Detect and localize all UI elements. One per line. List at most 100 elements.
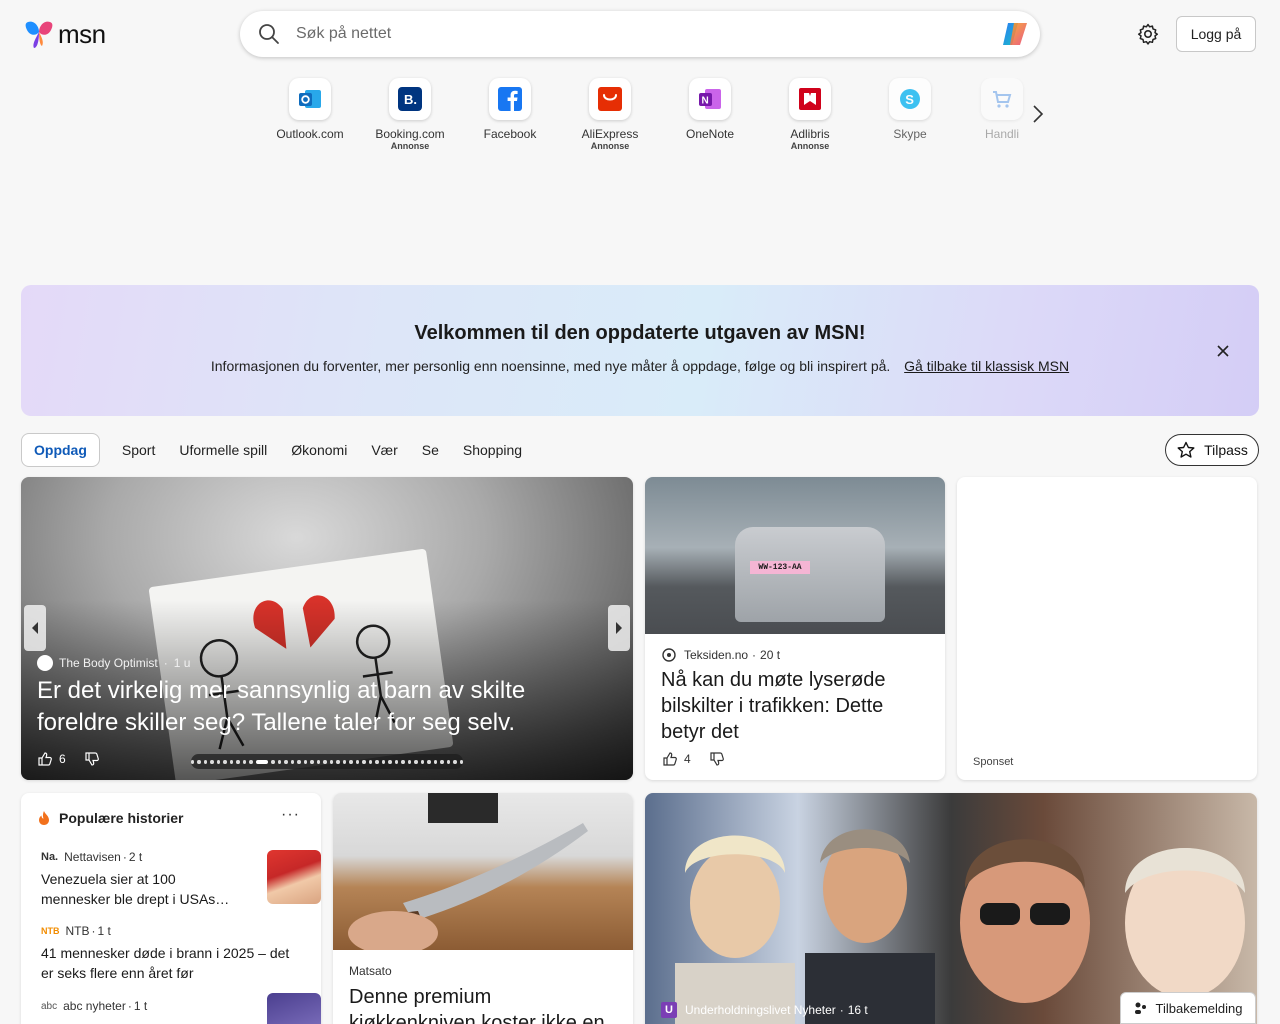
source-name: Matsato <box>349 964 392 978</box>
svg-text:S: S <box>905 92 914 107</box>
close-icon[interactable] <box>1215 343 1231 359</box>
quicklink-aliexpress[interactable]: AliExpress Annonse <box>560 78 660 152</box>
thumbnail-image <box>267 850 321 904</box>
quicklink-booking[interactable]: B. Booking.com Annonse <box>360 78 460 152</box>
adlibris-icon <box>799 88 821 110</box>
source-time: 1 t <box>97 924 111 938</box>
knife-card-title[interactable]: Denne premium kjøkkenkniven koster ikke … <box>349 984 619 1024</box>
popular-item[interactable]: abc abc nyheter · 1 t <box>41 993 321 1024</box>
source-logo-icon <box>37 655 53 671</box>
tab-shopping[interactable]: Shopping <box>451 433 534 467</box>
tab-vaer[interactable]: Vær <box>359 433 409 467</box>
teksiden-logo-icon <box>662 648 676 662</box>
source-name: Teksiden.no <box>684 648 749 662</box>
quicklink-label: Handli <box>984 127 1020 141</box>
booking-icon: B. <box>398 87 422 111</box>
like-count: 6 <box>59 752 66 766</box>
banner-title: Velkommen til den oppdaterte utgaven av … <box>414 322 866 344</box>
thumbs-up-icon[interactable] <box>662 751 678 767</box>
car-image: WW-123-AA <box>645 477 945 634</box>
source-time: 20 t <box>760 648 781 662</box>
category-tabs: Oppdag Sport Uformelle spill Økonomi Vær… <box>21 432 534 468</box>
hero-carousel-card[interactable]: The Body Optimist · 1 u Er det virkelig … <box>21 477 633 780</box>
msn-butterfly-icon <box>25 21 53 48</box>
quicklink-outlook[interactable]: Outlook.com <box>260 78 360 141</box>
tab-se[interactable]: Se <box>410 433 451 467</box>
thumbs-down-icon[interactable] <box>709 751 725 767</box>
tab-oppdag[interactable]: Oppdag <box>21 433 100 467</box>
news-card-car[interactable]: WW-123-AA Teksiden.no · 20 t Nå kan du m… <box>645 477 945 780</box>
tab-uformelle-spill[interactable]: Uformelle spill <box>167 433 279 467</box>
knife-image <box>333 793 633 955</box>
chevron-left-icon <box>32 622 38 634</box>
chevron-right-icon[interactable] <box>1030 104 1046 124</box>
popular-stories-card: Populære historier ··· Na. Nettavisen · … <box>21 793 321 1024</box>
car-card-title[interactable]: Nå kan du møte lyserøde bilskilter i tra… <box>661 667 931 745</box>
quick-links: Outlook.com B. Booking.com Annonse Faceb… <box>260 78 1050 154</box>
nettavisen-logo-icon: Na. <box>41 851 59 863</box>
settings-gear-icon[interactable] <box>1136 22 1160 46</box>
quicklink-label: Outlook.com <box>276 127 344 141</box>
popular-item[interactable]: Na. Nettavisen · 2 t Venezuela sier at 1… <box>41 850 321 909</box>
hero-title[interactable]: Er det virkelig mer sannsynlig at barn a… <box>37 675 597 739</box>
thumbnail-image <box>267 993 321 1024</box>
thumbs-up-icon[interactable] <box>37 751 53 767</box>
sponsored-card[interactable]: Sponset <box>957 477 1257 780</box>
ad-label: Annonse <box>790 141 830 151</box>
source-time: 1 u <box>173 656 191 670</box>
svg-text:N: N <box>702 96 709 107</box>
ad-label: Annonse <box>590 141 630 151</box>
quicklink-label: AliExpress <box>581 127 639 141</box>
ntb-logo-icon: NTB <box>41 926 60 936</box>
tab-sport[interactable]: Sport <box>110 433 167 467</box>
welcome-banner: Velkommen til den oppdaterte utgaven av … <box>21 285 1259 416</box>
feedback-button[interactable]: Tilbakemelding <box>1120 992 1256 1024</box>
thumbs-down-icon[interactable] <box>84 751 100 767</box>
quicklink-adlibris[interactable]: Adlibris Annonse <box>760 78 860 152</box>
login-button[interactable]: Logg på <box>1176 16 1256 52</box>
facebook-icon <box>498 87 522 111</box>
source-logo-icon: U <box>661 1002 677 1018</box>
search-box[interactable] <box>240 11 1040 57</box>
msn-logo[interactable]: msn <box>24 18 106 50</box>
ad-label: Annonse <box>390 141 430 151</box>
quicklink-skype[interactable]: S Skype <box>860 78 960 141</box>
car-card-reactions: 4 <box>662 751 725 767</box>
skype-icon: S <box>900 89 920 109</box>
carousel-pagination[interactable] <box>190 754 464 769</box>
classic-msn-link[interactable]: Gå tilbake til klassisk MSN <box>904 358 1069 374</box>
svg-text:B.: B. <box>404 92 417 107</box>
abba-card-source: U Underholdningslivet Nyheter · 16 t <box>661 1002 868 1018</box>
abc-logo-icon: abc <box>41 1000 58 1012</box>
star-settings-icon <box>1177 441 1195 458</box>
carousel-next-button[interactable] <box>608 605 630 651</box>
like-count: 4 <box>684 752 691 766</box>
news-card-entertainment[interactable]: U Underholdningslivet Nyheter · 16 t <box>645 793 1257 1024</box>
source-time: 1 t <box>133 999 148 1013</box>
quicklink-facebook[interactable]: Facebook <box>460 78 560 141</box>
feedback-label: Tilbakemelding <box>1155 1000 1243 1016</box>
license-plate: WW-123-AA <box>750 561 810 574</box>
search-input[interactable] <box>296 25 1000 43</box>
quicklink-onenote[interactable]: N OneNote <box>660 78 760 141</box>
carousel-prev-button[interactable] <box>24 605 46 651</box>
quicklink-label: Facebook <box>483 127 537 141</box>
tab-okonomi[interactable]: Økonomi <box>279 433 359 467</box>
msn-homepage: msn Logg på Outlook.com <box>0 0 1280 1024</box>
popular-item-title: 41 mennesker døde i brann i 2025 – det e… <box>41 945 290 981</box>
more-options-icon[interactable]: ··· <box>281 806 300 824</box>
popular-item[interactable]: NTB NTB · 1 t 41 mennesker døde i brann … <box>41 924 301 983</box>
popular-item-title: Venezuela sier at 100 mennesker ble drep… <box>41 871 230 907</box>
logo-text: msn <box>58 18 106 49</box>
quicklink-label: Skype <box>893 127 927 141</box>
source-time: 2 t <box>128 850 143 864</box>
news-card-knife[interactable]: Matsato Denne premium kjøkkenkniven kost… <box>333 793 633 1024</box>
chevron-right-icon <box>616 622 622 634</box>
sponsored-label: Sponset <box>973 756 1014 768</box>
quicklink-label: OneNote <box>685 127 735 141</box>
knife-card-source: Matsato <box>349 964 392 978</box>
copilot-icon[interactable] <box>1000 19 1030 49</box>
source-name: NTB <box>65 924 90 938</box>
customize-button[interactable]: Tilpass <box>1165 434 1259 466</box>
search-icon <box>259 24 279 44</box>
